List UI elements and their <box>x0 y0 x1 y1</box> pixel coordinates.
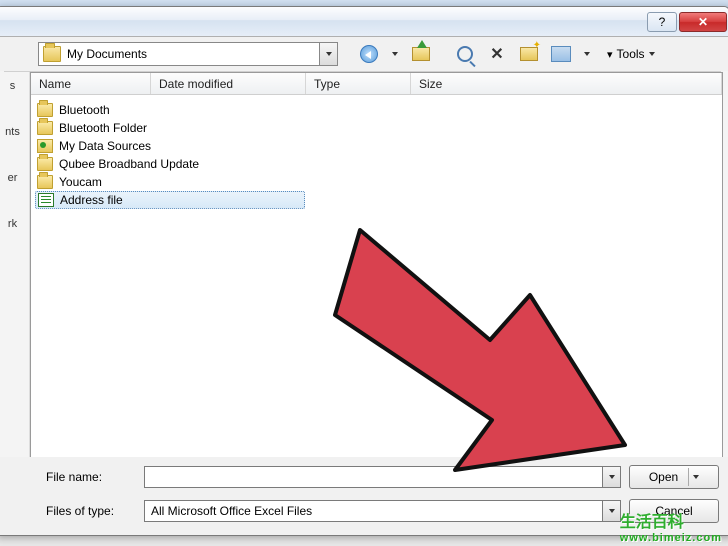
folder-icon <box>37 103 53 117</box>
col-name[interactable]: Name <box>31 73 151 94</box>
new-folder-icon <box>520 47 538 61</box>
file-list-pane: Name Date modified Type Size BluetoothBl… <box>30 72 723 460</box>
filetype-combo[interactable]: All Microsoft Office Excel Files <box>144 500 621 522</box>
places-bar: s nts er rk <box>0 72 30 462</box>
folder-icon <box>37 157 53 171</box>
column-headers: Name Date modified Type Size <box>31 73 722 95</box>
back-arrow-icon <box>360 45 378 63</box>
filename-combo[interactable] <box>144 466 621 488</box>
views-button[interactable] <box>548 42 574 66</box>
list-item[interactable]: Address file <box>35 191 305 209</box>
back-button[interactable] <box>356 42 382 66</box>
chevron-down-icon <box>693 475 699 479</box>
new-folder-button[interactable] <box>516 42 542 66</box>
col-date[interactable]: Date modified <box>151 73 306 94</box>
views-dropdown[interactable] <box>580 42 594 66</box>
help-button[interactable]: ? <box>647 12 677 32</box>
list-item[interactable]: Youcam <box>35 173 718 191</box>
col-size[interactable]: Size <box>411 73 722 94</box>
titlebar: ? ✕ <box>0 7 728 37</box>
x-icon: ✕ <box>490 44 503 64</box>
look-in-value: My Documents <box>65 47 319 61</box>
places-item[interactable]: er <box>8 172 18 184</box>
folder-icon <box>37 121 53 135</box>
up-folder-icon <box>412 47 430 61</box>
search-web-button[interactable] <box>452 42 478 66</box>
file-label: Qubee Broadband Update <box>59 157 199 171</box>
xls-icon <box>38 193 54 207</box>
delete-button[interactable]: ✕ <box>484 42 510 66</box>
chevron-down-icon <box>649 52 655 56</box>
watermark-url: www.bimeiz.com <box>620 532 722 544</box>
magnifier-icon <box>457 46 473 62</box>
look-in-combo[interactable]: My Documents <box>38 42 338 66</box>
filetype-value: All Microsoft Office Excel Files <box>145 504 602 518</box>
list-item[interactable]: My Data Sources <box>35 137 718 155</box>
watermark-text: 生活百科 <box>620 514 684 531</box>
back-history-dropdown[interactable] <box>388 42 402 66</box>
folder-icon <box>37 175 53 189</box>
close-button[interactable]: ✕ <box>679 12 727 32</box>
dialog-toolbar: My Documents ✕ ▾ Tools <box>0 37 728 71</box>
tools-menu[interactable]: ▾ Tools <box>600 42 662 66</box>
file-label: Bluetooth Folder <box>59 121 147 135</box>
filetype-label: Files of type: <box>46 504 136 518</box>
open-button[interactable]: Open <box>629 465 719 489</box>
filetype-dropdown[interactable] <box>602 501 620 521</box>
file-label: Bluetooth <box>59 103 110 117</box>
places-item[interactable]: rk <box>8 218 17 230</box>
views-icon <box>551 46 571 62</box>
places-item[interactable]: s <box>10 80 16 92</box>
folder-icon <box>43 46 61 62</box>
filename-dropdown[interactable] <box>602 467 620 487</box>
file-list[interactable]: Bluetooth Bluetooth Folder My Data Sources… <box>31 95 722 459</box>
file-label: Address file <box>60 193 123 207</box>
look-in-dropdown[interactable] <box>319 43 337 65</box>
places-item[interactable]: nts <box>5 126 20 138</box>
open-label: Open <box>649 470 678 484</box>
col-type[interactable]: Type <box>306 73 411 94</box>
list-item[interactable]: Qubee Broadband Update <box>35 155 718 173</box>
file-label: Youcam <box>59 175 102 189</box>
list-item[interactable]: Bluetooth <box>35 101 718 119</box>
watermark: 生活百科 www.bimeiz.com <box>620 508 722 544</box>
list-item[interactable]: Bluetooth Folder <box>35 119 718 137</box>
odc-icon <box>37 139 53 153</box>
up-one-level-button[interactable] <box>408 42 434 66</box>
file-label: My Data Sources <box>59 139 151 153</box>
tools-label: Tools <box>617 47 645 61</box>
open-file-dialog: ? ✕ My Documents ✕ ▾ Tools s nts er r <box>0 6 728 536</box>
filename-label: File name: <box>46 470 136 484</box>
